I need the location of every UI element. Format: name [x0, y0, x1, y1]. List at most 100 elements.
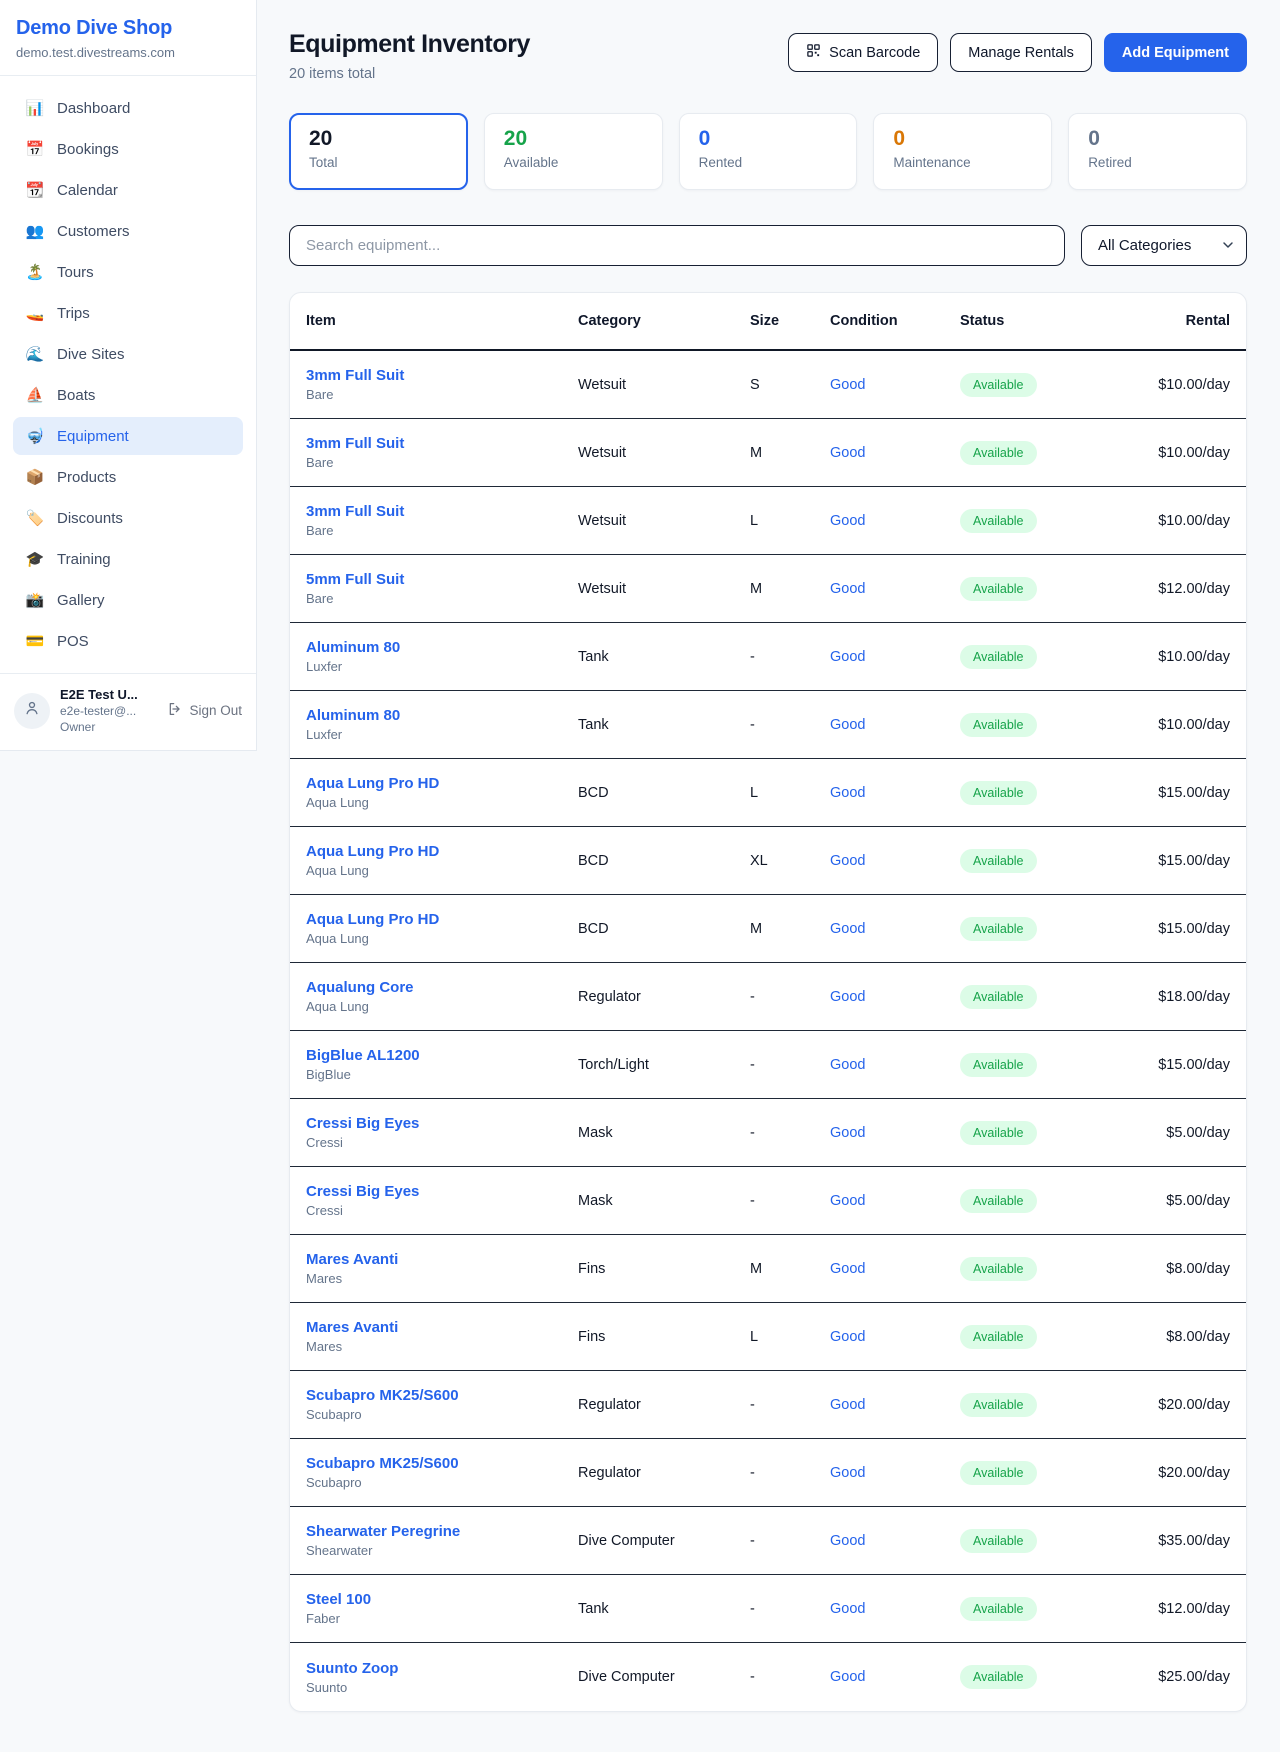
item-name-link[interactable]: Mares Avanti [306, 1319, 578, 1336]
sidebar-item-gallery[interactable]: 📸Gallery [13, 581, 243, 619]
sidebar-item-pos[interactable]: 💳POS [13, 622, 243, 660]
rental-cell: $10.00/day [1135, 445, 1230, 461]
table-row: Scubapro MK25/S600ScubaproRegulator-Good… [290, 1439, 1246, 1507]
page-header: Equipment Inventory 20 items total Scan … [289, 30, 1247, 82]
trips-icon: 🚤 [25, 304, 45, 322]
condition-link[interactable]: Good [830, 1261, 865, 1277]
sign-out-button[interactable]: Sign Out [167, 701, 242, 720]
item-name-link[interactable]: Cressi Big Eyes [306, 1183, 578, 1200]
item-name-link[interactable]: Cressi Big Eyes [306, 1115, 578, 1132]
item-name-link[interactable]: Aqua Lung Pro HD [306, 911, 578, 928]
condition-link[interactable]: Good [830, 921, 865, 937]
item-name-link[interactable]: BigBlue AL1200 [306, 1047, 578, 1064]
status-badge: Available [960, 1597, 1037, 1621]
item-brand: Luxfer [306, 727, 578, 742]
rental-cell: $25.00/day [1135, 1669, 1230, 1685]
column-header-rental: Rental [1135, 313, 1230, 329]
condition-link[interactable]: Good [830, 853, 865, 869]
sidebar-item-dashboard[interactable]: 📊Dashboard [13, 89, 243, 127]
sidebar-item-dive-sites[interactable]: 🌊Dive Sites [13, 335, 243, 373]
item-name-link[interactable]: 3mm Full Suit [306, 367, 578, 384]
stat-card-rented[interactable]: 0Rented [679, 113, 858, 190]
sidebar-item-discounts[interactable]: 🏷️Discounts [13, 499, 243, 537]
item-name-link[interactable]: Aqualung Core [306, 979, 578, 996]
item-name-link[interactable]: Aqua Lung Pro HD [306, 843, 578, 860]
status-badge: Available [960, 1121, 1037, 1145]
stat-card-total[interactable]: 20Total [289, 113, 468, 190]
condition-link[interactable]: Good [830, 1397, 865, 1413]
condition-link[interactable]: Good [830, 1601, 865, 1617]
search-input[interactable] [289, 225, 1065, 266]
condition-link[interactable]: Good [830, 1193, 865, 1209]
stat-value: 20 [504, 127, 643, 151]
products-icon: 📦 [25, 468, 45, 486]
item-name-link[interactable]: Aluminum 80 [306, 707, 578, 724]
sidebar-item-tours[interactable]: 🏝️Tours [13, 253, 243, 291]
stat-card-maintenance[interactable]: 0Maintenance [873, 113, 1052, 190]
condition-link[interactable]: Good [830, 1329, 865, 1345]
table-row: 5mm Full SuitBareWetsuitMGoodAvailable$1… [290, 555, 1246, 623]
condition-link[interactable]: Good [830, 785, 865, 801]
item-name-link[interactable]: Scubapro MK25/S600 [306, 1455, 578, 1472]
manage-rentals-button[interactable]: Manage Rentals [950, 33, 1092, 72]
condition-link[interactable]: Good [830, 1669, 865, 1685]
condition-link[interactable]: Good [830, 717, 865, 733]
sidebar-item-training[interactable]: 🎓Training [13, 540, 243, 578]
status-badge: Available [960, 713, 1037, 737]
sidebar-item-customers[interactable]: 👥Customers [13, 212, 243, 250]
sidebar-item-calendar[interactable]: 📆Calendar [13, 171, 243, 209]
condition-link[interactable]: Good [830, 445, 865, 461]
item-name-link[interactable]: Aqua Lung Pro HD [306, 775, 578, 792]
rental-cell: $5.00/day [1135, 1125, 1230, 1141]
condition-link[interactable]: Good [830, 581, 865, 597]
category-cell: Fins [578, 1329, 750, 1345]
stat-card-retired[interactable]: 0Retired [1068, 113, 1247, 190]
stat-label: Rented [699, 155, 838, 170]
sidebar-item-bookings[interactable]: 📅Bookings [13, 130, 243, 168]
stat-cards: 20Total20Available0Rented0Maintenance0Re… [289, 113, 1247, 190]
item-name-link[interactable]: 3mm Full Suit [306, 435, 578, 452]
size-cell: - [750, 717, 830, 733]
sidebar-item-trips[interactable]: 🚤Trips [13, 294, 243, 332]
sidebar-item-equipment[interactable]: 🤿Equipment [13, 417, 243, 455]
condition-link[interactable]: Good [830, 1533, 865, 1549]
user-box: E2E Test U... e2e-tester@... Owner Sign … [0, 673, 256, 750]
sidebar-item-products[interactable]: 📦Products [13, 458, 243, 496]
rental-cell: $12.00/day [1135, 581, 1230, 597]
item-name-link[interactable]: 5mm Full Suit [306, 571, 578, 588]
item-name-link[interactable]: Suunto Zoop [306, 1660, 578, 1677]
scan-barcode-button[interactable]: Scan Barcode [788, 33, 938, 72]
condition-link[interactable]: Good [830, 989, 865, 1005]
condition-link[interactable]: Good [830, 649, 865, 665]
condition-link[interactable]: Good [830, 1465, 865, 1481]
add-equipment-button[interactable]: Add Equipment [1104, 33, 1247, 72]
stat-value: 0 [1088, 127, 1227, 151]
brand: Demo Dive Shop demo.test.divestreams.com [0, 0, 256, 76]
rental-cell: $10.00/day [1135, 377, 1230, 393]
item-name-link[interactable]: Shearwater Peregrine [306, 1523, 578, 1540]
status-badge: Available [960, 917, 1037, 941]
item-brand: Aqua Lung [306, 999, 578, 1014]
item-name-link[interactable]: 3mm Full Suit [306, 503, 578, 520]
table-row: Aqua Lung Pro HDAqua LungBCDXLGoodAvaila… [290, 827, 1246, 895]
stat-card-available[interactable]: 20Available [484, 113, 663, 190]
status-badge: Available [960, 645, 1037, 669]
item-brand: Bare [306, 455, 578, 470]
rental-cell: $12.00/day [1135, 1601, 1230, 1617]
item-brand: Bare [306, 523, 578, 538]
size-cell: L [750, 513, 830, 529]
item-brand: Aqua Lung [306, 931, 578, 946]
item-name-link[interactable]: Mares Avanti [306, 1251, 578, 1268]
item-name-link[interactable]: Aluminum 80 [306, 639, 578, 656]
condition-link[interactable]: Good [830, 513, 865, 529]
condition-link[interactable]: Good [830, 1057, 865, 1073]
condition-link[interactable]: Good [830, 1125, 865, 1141]
table-row: Steel 100FaberTank-GoodAvailable$12.00/d… [290, 1575, 1246, 1643]
rental-cell: $10.00/day [1135, 717, 1230, 733]
category-select[interactable]: All Categories [1081, 225, 1247, 266]
sidebar-item-boats[interactable]: ⛵Boats [13, 376, 243, 414]
sidebar-nav: 📊Dashboard📅Bookings📆Calendar👥Customers🏝️… [0, 76, 256, 673]
item-name-link[interactable]: Steel 100 [306, 1591, 578, 1608]
item-name-link[interactable]: Scubapro MK25/S600 [306, 1387, 578, 1404]
condition-link[interactable]: Good [830, 377, 865, 393]
